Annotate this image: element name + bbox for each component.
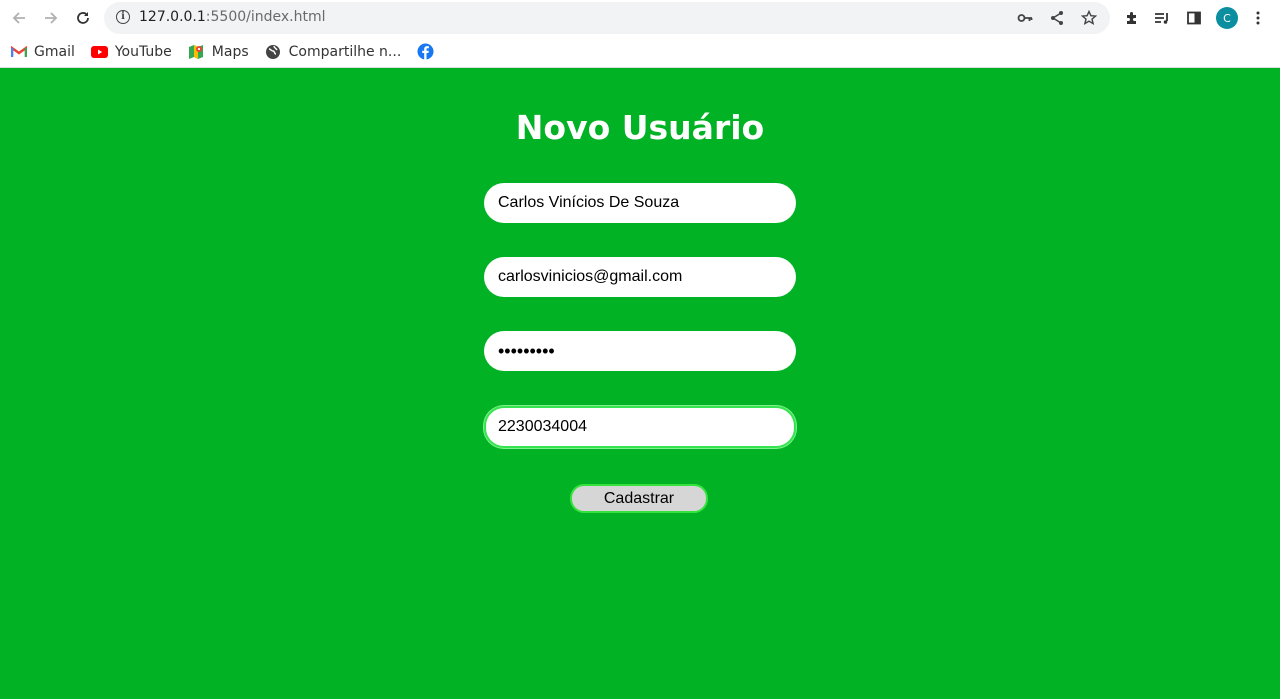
address-bar-actions <box>1012 6 1102 30</box>
bookmark-label: Compartilhe n... <box>288 43 402 60</box>
star-icon[interactable] <box>1076 6 1102 30</box>
bookmarks-bar: Gmail YouTube Maps Compartilhe n... <box>0 36 1280 68</box>
key-icon[interactable] <box>1012 6 1038 30</box>
bookmark-maps[interactable]: Maps <box>188 43 249 60</box>
side-panel-icon[interactable] <box>1181 5 1207 31</box>
youtube-icon <box>90 43 108 60</box>
maps-icon <box>188 43 205 60</box>
bookmark-youtube[interactable]: YouTube <box>90 43 172 60</box>
phone-field[interactable]: 2230034004 <box>484 406 796 448</box>
site-info-icon[interactable]: i <box>116 10 130 24</box>
url-path: :5500/index.html <box>205 9 326 25</box>
bookmark-compartilhe[interactable]: Compartilhe n... <box>265 43 402 60</box>
email-field[interactable]: carlosvinicios@gmail.com <box>484 257 796 297</box>
address-bar[interactable]: i 127.0.0.1:5500/index.html <box>104 2 1110 34</box>
profile-avatar[interactable]: C <box>1216 7 1238 29</box>
password-field[interactable]: ••••••••• <box>484 331 796 371</box>
page-content: Novo Usuário Carlos Vinícios De Souza ca… <box>0 68 1280 699</box>
url-host: 127.0.0.1 <box>139 9 206 25</box>
globe-icon <box>265 43 282 60</box>
facebook-icon <box>417 43 434 60</box>
bookmark-label: Gmail <box>34 43 75 60</box>
back-arrow-icon[interactable] <box>3 2 35 34</box>
share-icon[interactable] <box>1044 6 1070 30</box>
browser-toolbar: i 127.0.0.1:5500/index.html C <box>0 0 1280 36</box>
bookmark-label: YouTube <box>114 43 172 60</box>
extensions-icon[interactable] <box>1119 5 1145 31</box>
media-queue-icon[interactable] <box>1149 5 1175 31</box>
name-field[interactable]: Carlos Vinícios De Souza <box>484 183 796 223</box>
bookmark-label: Maps <box>211 43 249 60</box>
page-title: Novo Usuário <box>515 108 765 147</box>
bookmark-facebook[interactable] <box>417 43 434 60</box>
forward-arrow-icon[interactable] <box>35 2 67 34</box>
reload-icon[interactable] <box>67 2 99 34</box>
bookmark-gmail[interactable]: Gmail <box>10 43 75 60</box>
browser-window: i 127.0.0.1:5500/index.html C Gmail YouT… <box>0 0 1280 699</box>
more-menu-icon[interactable] <box>1245 5 1271 31</box>
cadastrar-button[interactable]: Cadastrar <box>570 484 708 513</box>
gmail-icon <box>10 43 27 60</box>
url-text: 127.0.0.1:5500/index.html <box>139 9 326 25</box>
